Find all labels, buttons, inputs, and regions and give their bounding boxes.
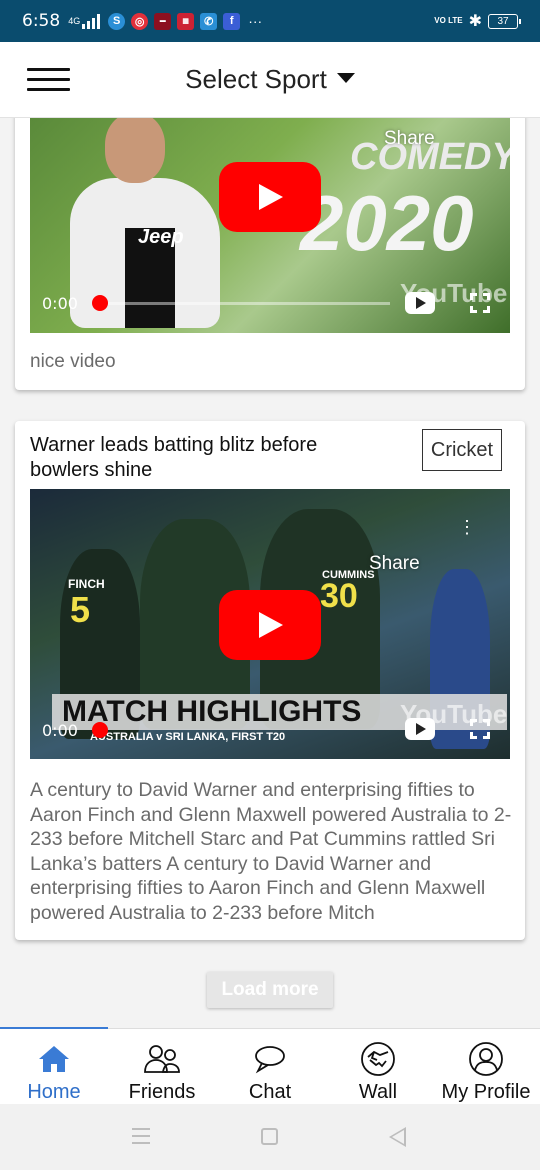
fullscreen-icon[interactable] <box>470 293 490 313</box>
thumbnail-player-head <box>105 118 165 183</box>
news-icon: ▬ <box>154 12 172 30</box>
youtube-logo-icon[interactable] <box>405 718 435 740</box>
back-icon[interactable] <box>389 1127 406 1147</box>
profile-icon <box>468 1039 504 1079</box>
chat-icon <box>253 1039 287 1079</box>
youtube-logo-icon[interactable] <box>405 292 435 314</box>
bluetooth-icon: ✱ <box>468 13 482 30</box>
highlights-sub-banner: AUSTRALIA v SRI LANKA, FIRST T20 <box>90 731 286 743</box>
more-options-icon[interactable]: ⋮ <box>458 518 476 536</box>
share-button[interactable]: Share <box>369 553 420 575</box>
handshake-icon <box>360 1039 396 1079</box>
recent-apps-icon[interactable] <box>132 1128 150 1149</box>
nav-wall[interactable]: Wall <box>324 1029 432 1105</box>
thumbnail-jersey-text: Jeep <box>138 226 184 248</box>
video-time: 0:00 <box>42 294 78 313</box>
select-sport-dropdown[interactable]: Select Sport <box>0 64 540 95</box>
bottom-navigation: Home Friends Chat Wall My Profile <box>0 1027 540 1105</box>
nav-my-profile[interactable]: My Profile <box>432 1029 540 1105</box>
post-caption: nice video <box>30 351 116 372</box>
post-card: Warner leads batting blitz before bowler… <box>15 421 525 940</box>
sport-badge[interactable]: Cricket <box>422 429 502 471</box>
fullscreen-icon[interactable] <box>470 719 490 739</box>
nav-chat[interactable]: Chat <box>216 1029 324 1105</box>
post-description: A century to David Warner and enterprisi… <box>30 779 512 924</box>
select-sport-label: Select Sport <box>185 64 327 94</box>
video-player[interactable]: Jeep COMEDY 2020 YouTube Share 0:00 <box>30 118 510 333</box>
nav-my-profile-label: My Profile <box>441 1081 531 1103</box>
highlights-banner-text: MATCH HIGHLIGHTS <box>62 695 362 728</box>
network-type: 4G <box>68 15 81 26</box>
thumbnail-jersey-number: 5 <box>70 589 91 630</box>
battery-level: 37 <box>497 15 509 27</box>
video-player[interactable]: FINCH 5 CUMMINS 30 MATCH HIGHLIGHTS AUST… <box>30 489 510 759</box>
app-header: Select Sport <box>0 42 540 118</box>
battery-icon: 37 <box>488 13 521 29</box>
feed[interactable]: Jeep COMEDY 2020 YouTube Share 0:00 nice… <box>0 118 540 1028</box>
phone-icon: ✆ <box>200 12 218 30</box>
status-time: 6:58 <box>22 11 61 31</box>
thumbnail-title-year: 2020 <box>300 179 474 267</box>
video-time: 0:00 <box>42 721 78 740</box>
home-icon <box>37 1039 71 1079</box>
video-scrubber[interactable] <box>92 722 108 738</box>
volte-indicator: VO LTE <box>434 16 463 25</box>
nav-friends-label: Friends <box>128 1081 196 1103</box>
nav-home-label: Home <box>27 1081 81 1103</box>
share-button[interactable]: Share <box>384 128 435 150</box>
nav-home[interactable]: Home <box>0 1029 108 1105</box>
video-progress-bar[interactable] <box>100 302 390 305</box>
youtube-play-icon[interactable] <box>219 162 321 232</box>
skype-icon: S <box>108 12 126 30</box>
nav-wall-label: Wall <box>358 1081 398 1103</box>
thumbnail-jersey-number: 30 <box>320 577 358 615</box>
signal-icon <box>82 13 101 29</box>
status-bar: 6:58 4G S ◎ ▬ ▦ ✆ f ··· VO LTE ✱ 37 <box>0 0 540 42</box>
youtube-play-icon[interactable] <box>219 590 321 660</box>
home-button-icon[interactable] <box>261 1128 278 1145</box>
video-scrubber[interactable] <box>92 295 108 311</box>
browser-icon: ▦ <box>177 12 195 30</box>
more-notifications-icon: ··· <box>248 13 263 29</box>
friends-icon <box>143 1039 181 1079</box>
facebook-icon: f <box>223 12 241 30</box>
caret-down-icon <box>336 73 355 83</box>
post-card: Jeep COMEDY 2020 YouTube Share 0:00 nice… <box>15 118 525 390</box>
post-title: Warner leads batting blitz before bowler… <box>30 434 318 481</box>
nav-friends[interactable]: Friends <box>108 1029 216 1105</box>
system-navigation-bar <box>0 1104 540 1170</box>
nav-chat-label: Chat <box>248 1081 292 1103</box>
load-more-button[interactable]: Load more <box>207 972 333 1008</box>
messenger-icon: ◎ <box>131 12 149 30</box>
